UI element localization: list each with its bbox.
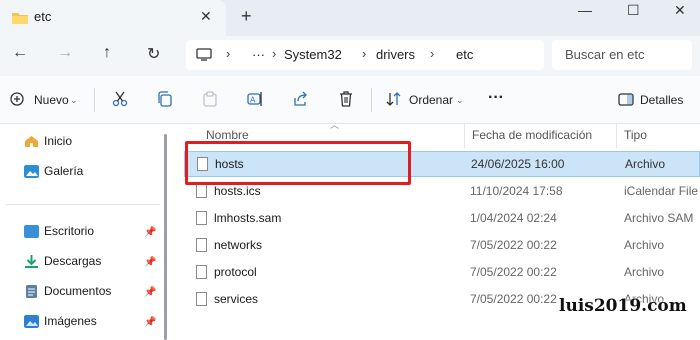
file-row-lmhosts-sam[interactable]: lmhosts.sam 1/04/2024 02:24 Archivo SAM	[184, 206, 700, 232]
paste-icon[interactable]	[202, 91, 218, 107]
delete-icon[interactable]	[338, 91, 354, 107]
file-icon	[196, 184, 207, 198]
forward-icon[interactable]: →	[57, 44, 73, 62]
file-row-protocol[interactable]: protocol 7/05/2022 00:22 Archivo	[184, 260, 700, 286]
divider	[371, 88, 372, 112]
file-date: 11/10/2024 17:58	[470, 184, 563, 198]
file-type: Archivo	[624, 238, 665, 252]
refresh-icon[interactable]: ↻	[147, 44, 160, 64]
maximize-icon[interactable]: ☐	[627, 2, 640, 19]
file-icon	[197, 157, 208, 171]
pin-icon[interactable]: 📌	[144, 257, 156, 268]
watermark: luis2019.com	[559, 296, 687, 316]
pin-icon[interactable]: 📌	[144, 317, 156, 328]
column-divider[interactable]	[616, 124, 617, 148]
back-icon[interactable]: ←	[12, 44, 28, 62]
sidebar-item-label: Imágenes	[44, 314, 97, 328]
file-type: Archivo	[625, 157, 666, 171]
computer-icon	[196, 48, 212, 61]
cut-icon[interactable]	[112, 91, 128, 107]
title-bar: etc ✕ + — ☐ ✕	[0, 0, 700, 36]
home-icon	[25, 136, 38, 147]
breadcrumb-separator: ›	[430, 46, 435, 61]
tab-etc[interactable]: etc ✕	[0, 0, 226, 36]
file-type: Archivo	[624, 265, 665, 279]
file-row-hosts-ics[interactable]: hosts.ics 11/10/2024 17:58 iCalendar Fil…	[184, 179, 700, 205]
pictures-icon	[24, 315, 39, 328]
column-header-date[interactable]: Fecha de modificación	[472, 128, 592, 142]
file-name: protocol	[214, 265, 257, 279]
file-icon	[196, 292, 207, 306]
up-icon[interactable]: ↑	[103, 44, 111, 62]
search-placeholder: Buscar en etc	[565, 47, 645, 62]
navigation-pane: Inicio Galería Escritorio 📌 Descargas 📌 …	[0, 124, 166, 340]
file-date: 1/04/2024 02:24	[470, 211, 557, 225]
sort-ascending-icon: ︿	[330, 120, 340, 130]
column-header-name[interactable]: Nombre	[206, 128, 249, 142]
rename-icon[interactable]: A	[247, 91, 263, 107]
file-date: 7/05/2022 00:22	[470, 292, 557, 306]
file-name: hosts	[215, 157, 244, 171]
sidebar-item-label: Escritorio	[44, 224, 95, 238]
file-icon	[196, 211, 207, 225]
gallery-icon	[24, 165, 39, 178]
divider	[94, 88, 95, 112]
file-date: 7/05/2022 00:22	[470, 238, 557, 252]
file-name: services	[214, 292, 259, 306]
file-type: Archivo SAM	[624, 211, 694, 225]
column-divider[interactable]	[464, 124, 465, 148]
chevron-down-icon: ⌄	[70, 95, 78, 105]
breadcrumb-separator: ›	[226, 46, 231, 61]
folder-icon	[12, 13, 28, 24]
more-options-icon[interactable]: ···	[488, 89, 504, 107]
sidebar-item-label: Galería	[44, 164, 84, 178]
copy-icon[interactable]	[157, 91, 173, 107]
sidebar-scrollbar[interactable]	[164, 134, 167, 340]
breadcrumb-etc[interactable]: etc	[456, 47, 473, 62]
plus-circle-icon	[10, 92, 24, 106]
search-input[interactable]: Buscar en etc	[552, 40, 692, 70]
command-bar: Nuevo ⌄ A Ordenar ⌄ ··· Detalles	[0, 76, 700, 124]
file-type: iCalendar File	[624, 184, 699, 198]
file-name: lmhosts.sam	[214, 211, 282, 225]
sidebar-divider	[6, 204, 160, 205]
breadcrumb-overflow[interactable]: ···	[252, 47, 265, 62]
minimize-icon[interactable]: —	[578, 2, 592, 18]
address-bar[interactable]: › ··· › System32 › drivers › etc	[186, 40, 544, 70]
chevron-down-icon: ⌄	[456, 95, 464, 105]
share-icon[interactable]	[292, 91, 308, 107]
file-date: 7/05/2022 00:22	[470, 265, 557, 279]
sort-label: Ordenar	[409, 93, 454, 107]
details-pane-icon	[618, 93, 634, 106]
column-header-type[interactable]: Tipo	[624, 128, 647, 142]
file-name: hosts.ics	[214, 184, 261, 198]
new-label: Nuevo	[34, 93, 69, 107]
file-icon	[196, 238, 207, 252]
tab-close-icon[interactable]: ✕	[200, 8, 212, 25]
file-date: 24/06/2025 16:00	[471, 157, 565, 171]
breadcrumb-system32[interactable]: System32	[284, 47, 342, 62]
tab-title: etc	[34, 9, 52, 24]
desktop-icon	[24, 225, 39, 238]
breadcrumb-drivers[interactable]: drivers	[376, 47, 415, 62]
pin-icon[interactable]: 📌	[144, 287, 156, 298]
sidebar-item-label: Inicio	[44, 134, 73, 148]
navigation-bar: ← → ↑ ↻ › ··· › System32 › drivers › etc…	[0, 36, 700, 76]
pin-icon[interactable]: 📌	[144, 227, 156, 238]
file-row-networks[interactable]: networks 7/05/2022 00:22 Archivo	[184, 233, 700, 259]
svg-text:A: A	[250, 96, 256, 105]
sort-icon	[386, 92, 401, 106]
sidebar-item-label: Descargas	[44, 254, 102, 268]
downloads-icon	[25, 255, 38, 268]
breadcrumb-separator: ›	[362, 46, 367, 61]
details-label: Detalles	[640, 93, 684, 107]
file-icon	[196, 265, 207, 279]
new-tab-icon[interactable]: +	[241, 6, 252, 27]
file-row-hosts[interactable]: hosts 24/06/2025 16:00 Archivo	[184, 151, 700, 177]
file-name: networks	[214, 238, 263, 252]
documents-icon	[26, 285, 37, 298]
sidebar-item-label: Documentos	[44, 284, 112, 298]
breadcrumb-separator: ›	[272, 46, 277, 61]
close-window-icon[interactable]: ✕	[674, 2, 686, 19]
